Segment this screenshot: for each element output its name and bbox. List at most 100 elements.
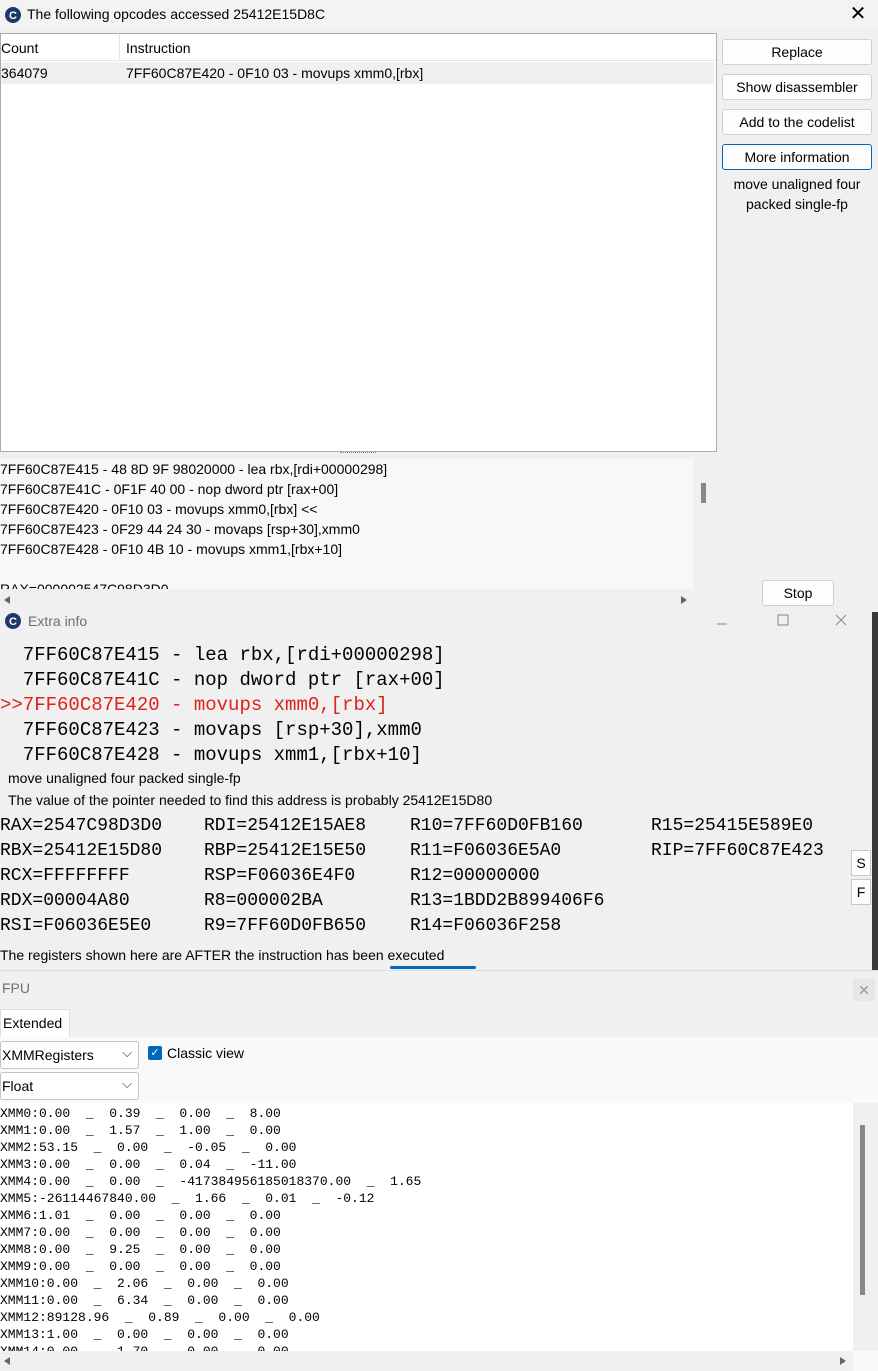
scroll-left-icon[interactable] [2, 595, 12, 605]
minimize-icon[interactable] [716, 618, 728, 630]
cheat-engine-icon: C [5, 613, 21, 629]
horizontal-scrollbar[interactable] [0, 590, 693, 610]
xmm-line: XMM12:89128.96 _ 0.89 _ 0.00 _ 0.00 [0, 1310, 320, 1325]
title-bar: C Extra info [0, 612, 872, 640]
disassembly-line: 7FF60C87E428 - 0F10 4B 10 - movups xmm1,… [0, 541, 342, 557]
register-r8[interactable]: R8=000002BA [204, 891, 323, 911]
fpu-window: FPU ✕ Extended XMMRegisters ⌵ ✓ Classic … [0, 970, 878, 1371]
window-title: Extra info [28, 613, 88, 629]
chevron-down-icon: ⌵ [122, 1045, 132, 1060]
disassembly-line: 7FF60C87E420 - 0F10 03 - movups xmm0,[rb… [0, 501, 318, 517]
scrollbar-thumb[interactable] [860, 1125, 865, 1295]
pointer-note: The value of the pointer needed to find … [8, 792, 493, 808]
xmm-line: XMM9:0.00 _ 0.00 _ 0.00 _ 0.00 [0, 1259, 281, 1274]
column-header-count[interactable]: Count [1, 40, 38, 56]
replace-button[interactable]: Replace [722, 39, 872, 65]
xmm-line: XMM6:1.01 _ 0.00 _ 0.00 _ 0.00 [0, 1208, 281, 1223]
instruction-description: move unaligned four packed single-fp [733, 176, 861, 212]
register-rbx[interactable]: RBX=25412E15D80 [0, 841, 162, 861]
registers-note: The registers shown here are AFTER the i… [0, 947, 445, 963]
xmm-line: XMM11:0.00 _ 6.34 _ 0.00 _ 0.00 [0, 1293, 289, 1308]
instruction-description: move unaligned four packed single-fp [8, 770, 241, 786]
disassembly-line: 7FF60C87E423 - 0F29 44 24 30 - movaps [r… [0, 521, 360, 537]
register-rbp[interactable]: RBP=25412E15E50 [204, 841, 366, 861]
splitter-handle[interactable] [340, 452, 376, 455]
stop-button[interactable]: Stop [762, 580, 834, 606]
disassembly-line: 7FF60C87E415 - 48 8D 9F 98020000 - lea r… [0, 461, 388, 477]
disassembly-line: 7FF60C87E41C - 0F1F 40 00 - nop dword pt… [0, 481, 339, 497]
row-count: 364079 [1, 65, 48, 81]
opcode-list[interactable]: Count Instruction 364079 7FF60C87E420 - … [0, 33, 717, 452]
column-separator[interactable] [119, 34, 120, 60]
asm-line: 7FF60C87E41C - nop dword ptr [rax+00] [0, 669, 445, 691]
xmm-line: XMM10:0.00 _ 2.06 _ 0.00 _ 0.00 [0, 1276, 289, 1291]
select-value: XMMRegisters [2, 1047, 94, 1063]
register-rip[interactable]: RIP=7FF60C87E423 [651, 841, 824, 861]
window-title: The following opcodes accessed 25412E15D… [27, 6, 326, 22]
register-r10[interactable]: R10=7FF60D0FB160 [410, 816, 583, 836]
background-strip [872, 612, 878, 970]
asm-line-current: >>7FF60C87E420 - movups xmm0,[rbx] [0, 694, 388, 716]
xmm-line: XMM14:0.00 _ 1.70 _ 0.00 _ 0.00 [0, 1343, 289, 1351]
register-r12[interactable]: R12=00000000 [410, 866, 540, 886]
xmm-line: XMM2:53.15 _ 0.00 _ -0.05 _ 0.00 [0, 1140, 297, 1155]
close-icon[interactable] [835, 614, 847, 626]
xmm-line: XMM13:1.00 _ 0.00 _ 0.00 _ 0.00 [0, 1327, 289, 1342]
close-icon[interactable]: ✕ [840, 0, 876, 28]
disassembly-line: RAX=000002547C98D3D0 [0, 581, 169, 589]
asm-line: 7FF60C87E415 - lea rbx,[rdi+00000298] [0, 644, 445, 666]
column-header-instruction[interactable]: Instruction [126, 40, 191, 56]
more-information-button[interactable]: More information [722, 144, 872, 170]
register-r14[interactable]: R14=F06036F258 [410, 916, 561, 936]
scrollbar-thumb[interactable] [701, 483, 706, 503]
vertical-scrollbar[interactable] [695, 459, 715, 590]
register-rsi[interactable]: RSI=F06036E5E0 [0, 916, 151, 936]
register-r15[interactable]: R15=25415E589E0 [651, 816, 813, 836]
tab-label: Extended [3, 1015, 63, 1031]
show-disassembler-button[interactable]: Show disassembler [722, 74, 872, 100]
register-rcx[interactable]: RCX=FFFFFFFF [0, 866, 130, 886]
xmm-line: XMM1:0.00 _ 1.57 _ 1.00 _ 0.00 [0, 1123, 281, 1138]
close-icon[interactable]: ✕ [853, 979, 875, 1001]
horizontal-scrollbar[interactable] [0, 1351, 853, 1371]
scroll-left-icon[interactable] [2, 1356, 12, 1366]
register-r13[interactable]: R13=1BDD2B899406F6 [410, 891, 604, 911]
xmm-line: XMM0:0.00 _ 0.39 _ 0.00 _ 8.00 [0, 1106, 281, 1121]
disassembly-panel: 7FF60C87E415 - 48 8D 9F 98020000 - lea r… [0, 459, 693, 589]
register-rdi[interactable]: RDI=25412E15AE8 [204, 816, 366, 836]
f-button[interactable]: F [851, 879, 871, 905]
add-to-codelist-button[interactable]: Add to the codelist [722, 109, 872, 135]
vertical-scrollbar[interactable] [853, 1103, 878, 1351]
scroll-right-icon[interactable] [679, 595, 689, 605]
asm-line: 7FF60C87E423 - movaps [rsp+30],xmm0 [0, 719, 422, 741]
maximize-icon[interactable] [777, 614, 789, 626]
select-value: Float [2, 1078, 34, 1094]
format-select[interactable]: Float ⌵ [0, 1072, 139, 1100]
window-title: FPU [2, 980, 30, 996]
classic-view-label[interactable]: Classic view [167, 1045, 244, 1061]
register-r11[interactable]: R11=F06036E5A0 [410, 841, 561, 861]
scroll-right-icon[interactable] [838, 1356, 848, 1366]
list-header: Count Instruction [1, 34, 716, 61]
row-instruction: 7FF60C87E420 - 0F10 03 - movups xmm0,[rb… [126, 65, 424, 81]
svg-text:C: C [9, 616, 17, 628]
xmm-register-list[interactable]: XMM0:0.00 _ 0.39 _ 0.00 _ 8.00 XMM1:0.00… [0, 1103, 853, 1351]
s-button[interactable]: S [851, 850, 871, 876]
register-set-select[interactable]: XMMRegisters ⌵ [0, 1041, 139, 1069]
register-rdx[interactable]: RDX=00004A80 [0, 891, 130, 911]
opcodes-window: C The following opcodes accessed 25412E1… [0, 0, 878, 612]
xmm-line: XMM5:-26114467840.00 _ 1.66 _ 0.01 _ -0.… [0, 1191, 375, 1206]
register-rsp[interactable]: RSP=F06036E4F0 [204, 866, 355, 886]
classic-view-checkbox[interactable]: ✓ [148, 1046, 162, 1060]
focus-indicator [390, 966, 476, 969]
extra-info-window: C Extra info 7FF60C87E415 - lea rbx,[rdi… [0, 612, 872, 970]
table-row[interactable]: 364079 7FF60C87E420 - 0F10 03 - movups x… [1, 62, 714, 84]
asm-line: 7FF60C87E428 - movups xmm1,[rbx+10] [0, 744, 422, 766]
register-rax[interactable]: RAX=2547C98D3D0 [0, 816, 162, 836]
register-r9[interactable]: R9=7FF60D0FB650 [204, 916, 366, 936]
tab-extended[interactable]: Extended [0, 1009, 70, 1038]
xmm-line: XMM8:0.00 _ 9.25 _ 0.00 _ 0.00 [0, 1242, 281, 1257]
title-bar: C The following opcodes accessed 25412E1… [0, 0, 878, 30]
cheat-engine-icon: C [5, 7, 21, 23]
xmm-line: XMM3:0.00 _ 0.00 _ 0.04 _ -11.00 [0, 1157, 297, 1172]
